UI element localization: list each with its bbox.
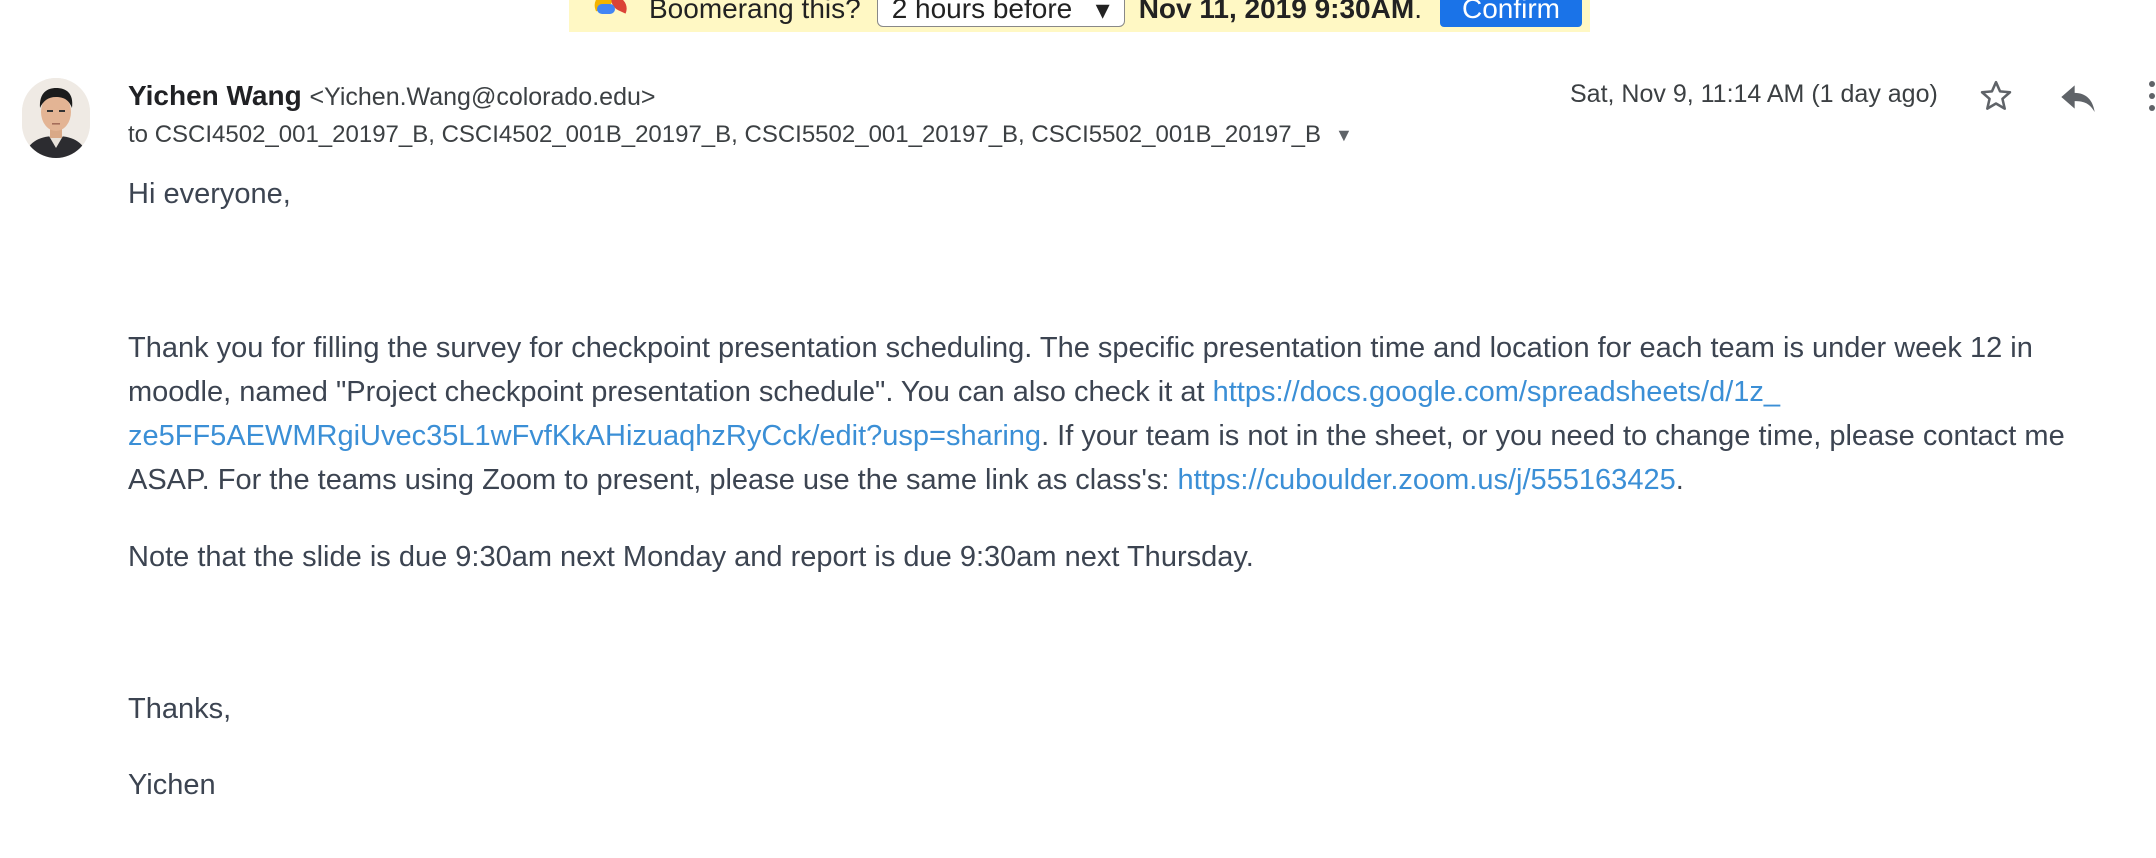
sender-line: Yichen Wang <Yichen.Wang@colorado.edu> [128, 80, 655, 112]
chevron-down-icon[interactable]: ▼ [1335, 125, 1353, 146]
greeting: Hi everyone, [128, 178, 291, 210]
zoom-link[interactable]: https://cuboulder.zoom.us/j/555163425 [1178, 464, 1676, 496]
to-label: to [128, 121, 149, 148]
boomerang-logo-icon [589, 0, 639, 24]
boomerang-select-value: 2 hours before [891, 0, 1073, 24]
boomerang-prompt: Boomerang this? [649, 0, 861, 24]
email-view: Boomerang this? 2 hours before ▾ Nov 11,… [0, 0, 2156, 858]
recipients-line: to CSCI4502_001_20197_B, CSCI4502_001B_2… [128, 121, 1353, 149]
email-paragraph-2: Note that the slide is due 9:30am next M… [128, 541, 1254, 573]
more-vert-icon[interactable] [2146, 78, 2156, 114]
confirm-button[interactable]: Confirm [1439, 0, 1582, 27]
email-paragraph-1: Thank you for filling the survey for che… [128, 326, 2138, 502]
reply-icon[interactable] [2058, 80, 2098, 114]
boomerang-time-select[interactable]: 2 hours before ▾ [876, 0, 1125, 27]
boomerang-date-period: . [1414, 0, 1422, 24]
para1-text-c: . [1675, 464, 1684, 496]
closing: Thanks, [128, 693, 232, 725]
sender-email[interactable]: <Yichen.Wang@colorado.edu> [310, 83, 656, 111]
signature: Yichen [128, 769, 216, 801]
boomerang-banner: Boomerang this? 2 hours before ▾ Nov 11,… [569, 0, 1590, 32]
avatar[interactable] [22, 78, 90, 158]
recipients-list: CSCI4502_001_20197_B, CSCI4502_001B_2019… [154, 121, 1321, 148]
boomerang-date: Nov 11, 2019 9:30AM [1138, 0, 1415, 24]
select-arrow-icon: ▾ [1095, 0, 1110, 25]
email-date: Sat, Nov 9, 11:14 AM (1 day ago) [1570, 80, 1938, 108]
sender-name[interactable]: Yichen Wang [128, 80, 302, 111]
star-icon[interactable] [1978, 78, 2014, 114]
